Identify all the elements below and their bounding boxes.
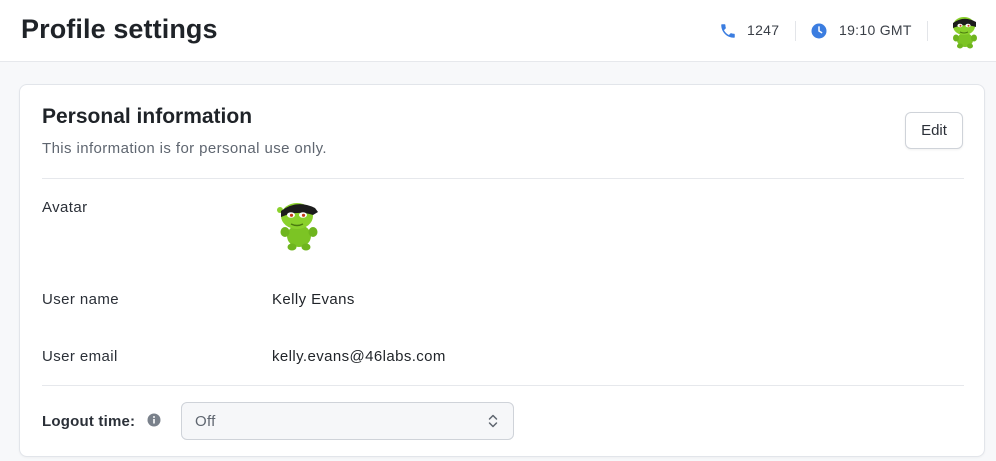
avatar-image bbox=[277, 203, 318, 251]
logout-time-label: Logout time: bbox=[42, 413, 136, 430]
info-icon[interactable] bbox=[147, 413, 161, 427]
logout-time-value: Off bbox=[195, 413, 216, 430]
separator bbox=[795, 21, 796, 41]
phone-extension: 1247 bbox=[747, 22, 780, 38]
divider bbox=[42, 178, 964, 179]
user-avatar-icon[interactable] bbox=[948, 13, 982, 49]
separator bbox=[927, 21, 928, 41]
username-value: Kelly Evans bbox=[272, 291, 355, 308]
page-title: Profile settings bbox=[21, 14, 218, 44]
phone-icon bbox=[721, 24, 735, 38]
chevron-updown-icon bbox=[488, 414, 498, 428]
avatar-label: Avatar bbox=[42, 199, 88, 216]
edit-button[interactable]: Edit bbox=[905, 112, 963, 149]
section-title: Personal information bbox=[42, 105, 253, 128]
username-label: User name bbox=[42, 291, 119, 308]
logout-time-select[interactable]: Off bbox=[181, 402, 514, 440]
section-subtitle: This information is for personal use onl… bbox=[42, 140, 327, 157]
personal-information-card: Personal information This information is… bbox=[19, 84, 985, 457]
email-value: kelly.evans@46labs.com bbox=[272, 348, 446, 365]
current-time: 19:10 GMT bbox=[839, 22, 912, 38]
top-bar: Profile settings 1247 19:10 GMT bbox=[0, 0, 996, 62]
clock-icon bbox=[811, 23, 827, 39]
divider bbox=[42, 385, 964, 386]
email-label: User email bbox=[42, 348, 118, 365]
